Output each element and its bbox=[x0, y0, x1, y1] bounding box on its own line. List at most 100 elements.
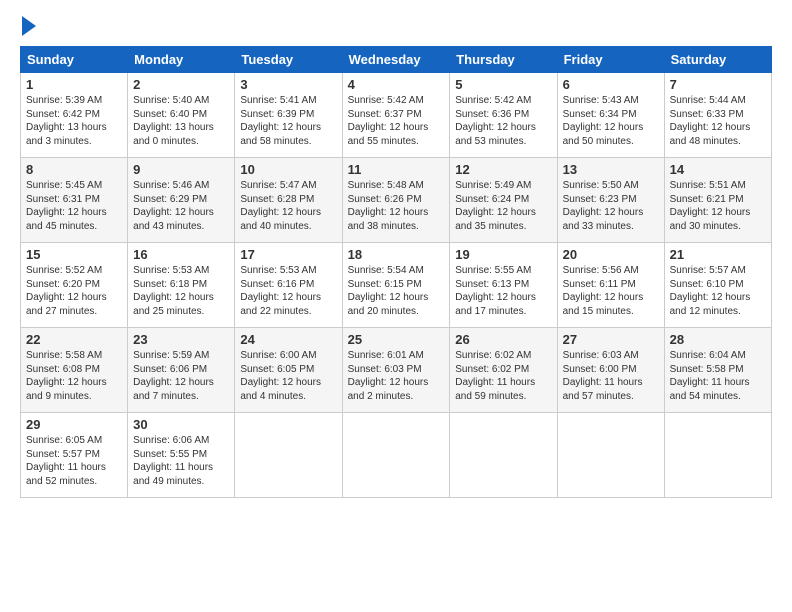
calendar-cell bbox=[557, 413, 664, 498]
day-info: Sunrise: 5:44 AM Sunset: 6:33 PM Dayligh… bbox=[670, 94, 766, 148]
calendar-cell: 16Sunrise: 5:53 AM Sunset: 6:18 PM Dayli… bbox=[128, 243, 235, 328]
calendar-cell: 21 Sunrise: 5:57 AM Sunset: 6:10 PM Dayli… bbox=[664, 243, 771, 328]
page: SundayMondayTuesdayWednesdayThursdayFrid… bbox=[0, 0, 792, 612]
weekday-wednesday: Wednesday bbox=[342, 47, 450, 73]
day-info: Sunrise: 6:01 AM Sunset: 6:03 PM Dayligh… bbox=[348, 349, 445, 403]
day-info: Sunrise: 6:04 AM Sunset: 5:58 PM Dayligh… bbox=[670, 349, 766, 403]
weekday-monday: Monday bbox=[128, 47, 235, 73]
day-number: 24 bbox=[240, 332, 336, 347]
calendar-cell: 22 Sunrise: 5:58 AM Sunset: 6:08 PM Dayli… bbox=[21, 328, 128, 413]
calendar-cell: 13Sunrise: 5:50 AM Sunset: 6:23 PM Dayli… bbox=[557, 158, 664, 243]
day-number: 4 bbox=[348, 77, 445, 92]
calendar-cell: 7 Sunrise: 5:44 AM Sunset: 6:33 PM Daylig… bbox=[664, 73, 771, 158]
day-number: 12 bbox=[455, 162, 551, 177]
day-number: 28 bbox=[670, 332, 766, 347]
calendar-cell: 15Sunrise: 5:52 AM Sunset: 6:20 PM Dayli… bbox=[21, 243, 128, 328]
day-info: Sunrise: 5:45 AM Sunset: 6:31 PM Dayligh… bbox=[26, 179, 122, 233]
day-info: Sunrise: 5:54 AM Sunset: 6:15 PM Dayligh… bbox=[348, 264, 445, 318]
calendar-cell: 6 Sunrise: 5:43 AM Sunset: 6:34 PM Daylig… bbox=[557, 73, 664, 158]
day-number: 11 bbox=[348, 162, 445, 177]
week-row-4: 22 Sunrise: 5:58 AM Sunset: 6:08 PM Dayli… bbox=[21, 328, 772, 413]
day-number: 1 bbox=[26, 77, 122, 92]
calendar-cell: 27 Sunrise: 6:03 AM Sunset: 6:00 PM Dayli… bbox=[557, 328, 664, 413]
calendar-cell bbox=[235, 413, 342, 498]
day-info: Sunrise: 5:59 AM Sunset: 6:06 PM Dayligh… bbox=[133, 349, 229, 403]
calendar-cell: 30 Sunrise: 6:06 AM Sunset: 5:55 PM Dayli… bbox=[128, 413, 235, 498]
day-info: Sunrise: 5:42 AM Sunset: 6:36 PM Dayligh… bbox=[455, 94, 551, 148]
day-info: Sunrise: 5:56 AM Sunset: 6:11 PM Dayligh… bbox=[563, 264, 659, 318]
calendar-cell: 26 Sunrise: 6:02 AM Sunset: 6:02 PM Dayli… bbox=[450, 328, 557, 413]
day-info: Sunrise: 6:02 AM Sunset: 6:02 PM Dayligh… bbox=[455, 349, 551, 403]
day-info: Sunrise: 5:40 AM Sunset: 6:40 PM Dayligh… bbox=[133, 94, 229, 148]
calendar-cell bbox=[342, 413, 450, 498]
day-info: Sunrise: 5:58 AM Sunset: 6:08 PM Dayligh… bbox=[26, 349, 122, 403]
day-info: Sunrise: 5:53 AM Sunset: 6:16 PM Dayligh… bbox=[240, 264, 336, 318]
calendar-cell bbox=[664, 413, 771, 498]
day-number: 17 bbox=[240, 247, 336, 262]
day-number: 16 bbox=[133, 247, 229, 262]
calendar-cell: 20Sunrise: 5:56 AM Sunset: 6:11 PM Dayli… bbox=[557, 243, 664, 328]
logo-arrow-icon bbox=[22, 16, 36, 36]
day-number: 14 bbox=[670, 162, 766, 177]
day-info: Sunrise: 5:49 AM Sunset: 6:24 PM Dayligh… bbox=[455, 179, 551, 233]
calendar-cell: 12 Sunrise: 5:49 AM Sunset: 6:24 PM Dayli… bbox=[450, 158, 557, 243]
weekday-friday: Friday bbox=[557, 47, 664, 73]
day-info: Sunrise: 6:06 AM Sunset: 5:55 PM Dayligh… bbox=[133, 434, 229, 488]
calendar-cell: 25 Sunrise: 6:01 AM Sunset: 6:03 PM Dayli… bbox=[342, 328, 450, 413]
week-row-1: 1Sunrise: 5:39 AM Sunset: 6:42 PM Daylig… bbox=[21, 73, 772, 158]
day-info: Sunrise: 5:48 AM Sunset: 6:26 PM Dayligh… bbox=[348, 179, 445, 233]
day-info: Sunrise: 5:52 AM Sunset: 6:20 PM Dayligh… bbox=[26, 264, 122, 318]
calendar-cell: 24Sunrise: 6:00 AM Sunset: 6:05 PM Dayli… bbox=[235, 328, 342, 413]
calendar-cell: 18 Sunrise: 5:54 AM Sunset: 6:15 PM Dayli… bbox=[342, 243, 450, 328]
day-number: 6 bbox=[563, 77, 659, 92]
calendar-cell: 8 Sunrise: 5:45 AM Sunset: 6:31 PM Daylig… bbox=[21, 158, 128, 243]
day-info: Sunrise: 5:41 AM Sunset: 6:39 PM Dayligh… bbox=[240, 94, 336, 148]
calendar: SundayMondayTuesdayWednesdayThursdayFrid… bbox=[20, 46, 772, 498]
calendar-cell: 11 Sunrise: 5:48 AM Sunset: 6:26 PM Dayli… bbox=[342, 158, 450, 243]
header bbox=[20, 18, 772, 36]
day-number: 27 bbox=[563, 332, 659, 347]
calendar-cell: 2 Sunrise: 5:40 AM Sunset: 6:40 PM Daylig… bbox=[128, 73, 235, 158]
day-number: 21 bbox=[670, 247, 766, 262]
weekday-header-row: SundayMondayTuesdayWednesdayThursdayFrid… bbox=[21, 47, 772, 73]
day-number: 30 bbox=[133, 417, 229, 432]
day-info: Sunrise: 5:51 AM Sunset: 6:21 PM Dayligh… bbox=[670, 179, 766, 233]
day-number: 26 bbox=[455, 332, 551, 347]
day-info: Sunrise: 6:05 AM Sunset: 5:57 PM Dayligh… bbox=[26, 434, 122, 488]
day-number: 5 bbox=[455, 77, 551, 92]
day-info: Sunrise: 5:46 AM Sunset: 6:29 PM Dayligh… bbox=[133, 179, 229, 233]
day-info: Sunrise: 5:57 AM Sunset: 6:10 PM Dayligh… bbox=[670, 264, 766, 318]
week-row-5: 29Sunrise: 6:05 AM Sunset: 5:57 PM Dayli… bbox=[21, 413, 772, 498]
day-info: Sunrise: 5:55 AM Sunset: 6:13 PM Dayligh… bbox=[455, 264, 551, 318]
day-number: 25 bbox=[348, 332, 445, 347]
day-number: 7 bbox=[670, 77, 766, 92]
week-row-2: 8 Sunrise: 5:45 AM Sunset: 6:31 PM Daylig… bbox=[21, 158, 772, 243]
day-number: 18 bbox=[348, 247, 445, 262]
calendar-cell bbox=[450, 413, 557, 498]
day-number: 2 bbox=[133, 77, 229, 92]
day-number: 13 bbox=[563, 162, 659, 177]
weekday-sunday: Sunday bbox=[21, 47, 128, 73]
day-number: 22 bbox=[26, 332, 122, 347]
calendar-cell: 14 Sunrise: 5:51 AM Sunset: 6:21 PM Dayli… bbox=[664, 158, 771, 243]
day-info: Sunrise: 5:43 AM Sunset: 6:34 PM Dayligh… bbox=[563, 94, 659, 148]
weekday-tuesday: Tuesday bbox=[235, 47, 342, 73]
day-number: 19 bbox=[455, 247, 551, 262]
calendar-cell: 10Sunrise: 5:47 AM Sunset: 6:28 PM Dayli… bbox=[235, 158, 342, 243]
calendar-cell: 3 Sunrise: 5:41 AM Sunset: 6:39 PM Daylig… bbox=[235, 73, 342, 158]
day-info: Sunrise: 6:03 AM Sunset: 6:00 PM Dayligh… bbox=[563, 349, 659, 403]
day-number: 23 bbox=[133, 332, 229, 347]
week-row-3: 15Sunrise: 5:52 AM Sunset: 6:20 PM Dayli… bbox=[21, 243, 772, 328]
logo bbox=[20, 18, 36, 36]
calendar-cell: 23 Sunrise: 5:59 AM Sunset: 6:06 PM Dayli… bbox=[128, 328, 235, 413]
calendar-cell: 28 Sunrise: 6:04 AM Sunset: 5:58 PM Dayli… bbox=[664, 328, 771, 413]
calendar-cell: 4 Sunrise: 5:42 AM Sunset: 6:37 PM Daylig… bbox=[342, 73, 450, 158]
day-number: 3 bbox=[240, 77, 336, 92]
calendar-cell: 17 Sunrise: 5:53 AM Sunset: 6:16 PM Dayli… bbox=[235, 243, 342, 328]
day-number: 8 bbox=[26, 162, 122, 177]
calendar-cell: 5 Sunrise: 5:42 AM Sunset: 6:36 PM Daylig… bbox=[450, 73, 557, 158]
day-info: Sunrise: 5:47 AM Sunset: 6:28 PM Dayligh… bbox=[240, 179, 336, 233]
calendar-cell: 1Sunrise: 5:39 AM Sunset: 6:42 PM Daylig… bbox=[21, 73, 128, 158]
day-info: Sunrise: 5:42 AM Sunset: 6:37 PM Dayligh… bbox=[348, 94, 445, 148]
calendar-cell: 29Sunrise: 6:05 AM Sunset: 5:57 PM Dayli… bbox=[21, 413, 128, 498]
